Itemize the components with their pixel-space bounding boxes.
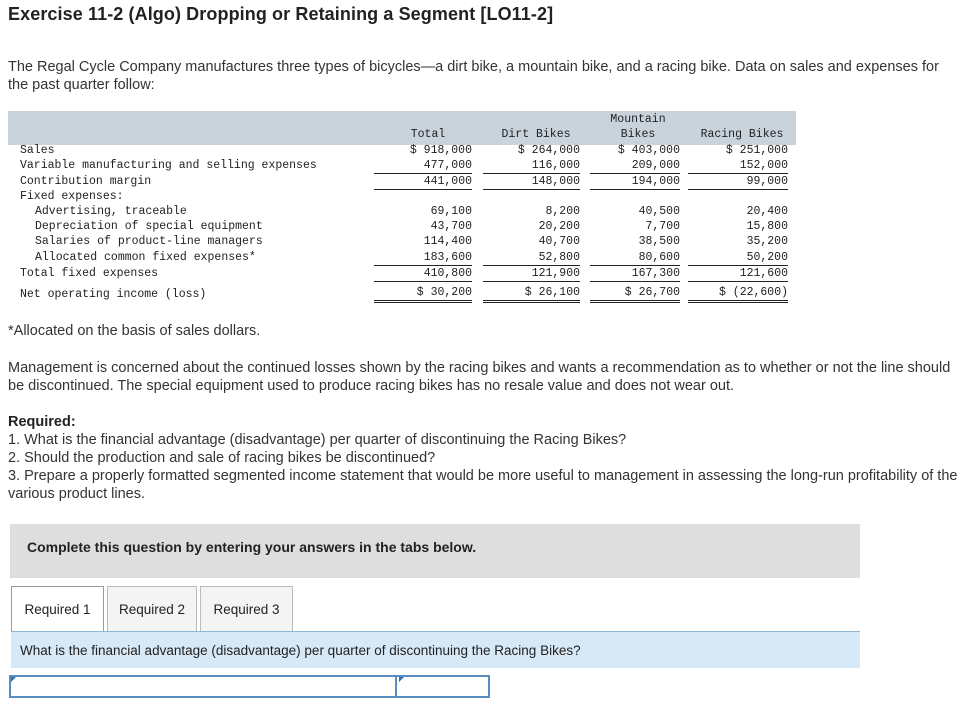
row-label-fixed: Fixed expenses:	[20, 190, 124, 203]
cell-dirt-salaries: 40,700	[538, 235, 580, 248]
cell-racing-fixed-total: 121,600	[688, 266, 788, 282]
required-item-1: 1. What is the financial advantage (disa…	[8, 432, 627, 448]
cell-dirt-noi: $ 26,100	[483, 285, 580, 303]
footnote: *Allocated on the basis of sales dollars…	[8, 323, 261, 339]
cell-total-sales: $ 918,000	[409, 144, 472, 157]
cell-dirt-sales: $ 264,000	[517, 144, 580, 157]
cell-mountain-allocated: 80,600	[590, 250, 680, 266]
row-label-total-fixed: Total fixed expenses	[20, 267, 159, 280]
cell-dirt-depreciation: 20,200	[538, 220, 580, 233]
row-label-variable: Variable manufacturing and selling expen…	[20, 159, 317, 172]
tab-label: Required 2	[118, 602, 186, 617]
cell-mountain-advertising: 40,500	[638, 205, 680, 218]
col-header-mountain-line1: Mountain	[610, 113, 666, 126]
page-title: Exercise 11-2 (Algo) Dropping or Retaini…	[8, 4, 554, 24]
cell-total-advertising: 69,100	[430, 205, 472, 218]
row-label-advertising: Advertising, traceable	[35, 205, 187, 218]
cell-racing-noi: $ (22,600)	[688, 285, 788, 303]
cell-racing-cm: 99,000	[688, 174, 788, 190]
cell-mountain-sales: $ 403,000	[617, 144, 680, 157]
required-heading: Required:	[8, 414, 76, 430]
intro-text: The Regal Cycle Company manufactures thr…	[8, 59, 939, 93]
row-label-cm: Contribution margin	[20, 175, 152, 188]
cell-racing-salaries: 35,200	[746, 235, 788, 248]
tab-label: Required 1	[24, 602, 91, 617]
row-label-allocated: Allocated common fixed expenses*	[35, 251, 256, 264]
financial-data-table: Total Dirt Bikes Mountain Bikes Racing B…	[8, 111, 796, 307]
cell-total-fixed-total: 410,800	[374, 266, 472, 282]
cell-mountain-noi: $ 26,700	[590, 285, 680, 303]
cell-mountain-variable: 209,000	[590, 158, 680, 174]
required-section: Required: 1. What is the financial advan…	[8, 413, 958, 503]
col-header-mountain-line2: Bikes	[620, 128, 656, 141]
question-text: What is the financial advantage (disadva…	[20, 643, 581, 658]
cell-mountain-fixed-total: 167,300	[590, 266, 680, 282]
required-item-3: 3. Prepare a properly formatted segmente…	[8, 468, 958, 502]
cell-mountain-salaries: 38,500	[638, 235, 680, 248]
cell-total-depreciation: 43,700	[430, 220, 472, 233]
cell-total-salaries: 114,400	[423, 235, 472, 248]
cell-dirt-advertising: 8,200	[545, 205, 580, 218]
cell-dirt-allocated: 52,800	[483, 250, 580, 266]
cell-racing-depreciation: 15,800	[746, 220, 788, 233]
answer-label-input[interactable]	[11, 677, 397, 696]
col-header-total: Total	[410, 128, 446, 141]
cell-total-cm: 441,000	[374, 174, 472, 190]
tab-required-3[interactable]: Required 3	[200, 586, 293, 632]
answer-amount-input[interactable]	[399, 677, 488, 696]
input-marker-icon	[11, 677, 16, 682]
row-label-sales: Sales	[20, 144, 55, 157]
answer-row	[9, 675, 490, 698]
tab-required-2[interactable]: Required 2	[107, 586, 197, 632]
cell-racing-sales: $ 251,000	[725, 144, 788, 157]
instruction-band: Complete this question by entering your …	[10, 524, 860, 578]
row-label-noi: Net operating income (loss)	[20, 288, 207, 301]
tab-label: Required 3	[213, 602, 280, 617]
cell-total-allocated: 183,600	[374, 250, 472, 266]
col-header-dirt: Dirt Bikes	[501, 128, 571, 141]
cell-racing-variable: 152,000	[688, 158, 788, 174]
col-header-racing: Racing Bikes	[700, 128, 784, 141]
row-label-depreciation: Depreciation of special equipment	[35, 220, 263, 233]
input-marker-icon	[399, 677, 404, 682]
cell-mountain-depreciation: 7,700	[645, 220, 680, 233]
required-item-2: 2. Should the production and sale of rac…	[8, 450, 436, 466]
management-text: Management is concerned about the contin…	[8, 360, 951, 394]
question-band: What is the financial advantage (disadva…	[11, 632, 860, 668]
cell-racing-advertising: 20,400	[746, 205, 788, 218]
tab-required-1[interactable]: Required 1	[11, 586, 104, 632]
cell-dirt-cm: 148,000	[483, 174, 580, 190]
cell-dirt-variable: 116,000	[483, 158, 580, 174]
cell-total-noi: $ 30,200	[374, 285, 472, 303]
cell-dirt-fixed-total: 121,900	[483, 266, 580, 282]
cell-mountain-cm: 194,000	[590, 174, 680, 190]
instruction-text: Complete this question by entering your …	[27, 539, 477, 555]
cell-total-variable: 477,000	[374, 158, 472, 174]
cell-racing-allocated: 50,200	[688, 250, 788, 266]
row-label-salaries: Salaries of product-line managers	[35, 235, 263, 248]
